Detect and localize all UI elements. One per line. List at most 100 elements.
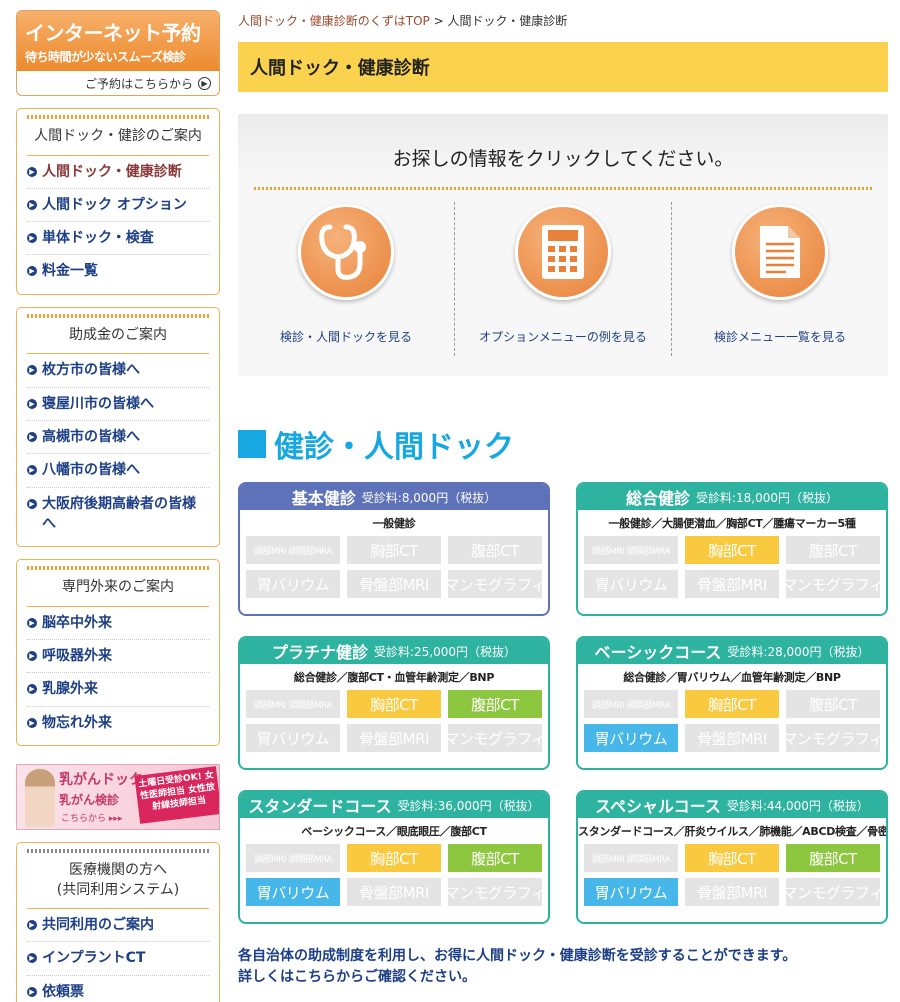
section-title: 健診・人間ドック — [238, 424, 888, 465]
nav-item-takatsuki[interactable]: ▶ 高槻市の皆様へ — [27, 421, 209, 455]
exam-chip: 頭部MRI 頭頸部MRA — [584, 690, 678, 718]
exam-chip: 骨盤部MRI — [347, 570, 441, 598]
nav-item-label: 八幡市の皆様へ — [42, 462, 140, 479]
exam-chip: 骨盤部MRI — [685, 570, 779, 598]
bullet-arrow-icon: ▶ — [27, 365, 37, 376]
nav-item-label: 料金一覧 — [42, 263, 98, 280]
internet-reservation-box[interactable]: インターネット予約 待ち時間が少ないスムーズ検診 ご予約はこちらから ▶ — [16, 10, 220, 96]
picker-label: 検診メニュー一覧を見る — [713, 330, 846, 344]
course-description: スタンダードコース／肝炎ウイルス／肺機能／ABCD検査／骨密度 — [578, 825, 888, 838]
nav-item-label: 人間ドック オプション — [42, 196, 187, 213]
bullet-arrow-icon: ▶ — [27, 684, 37, 695]
nav-section-subsidy: 助成金のご案内 ▶ 枚方市の皆様へ ▶ 寝屋川市の皆様へ ▶ 高槻市の皆様へ ▶ 八幡市… — [16, 306, 220, 548]
reservation-title: インターネット予約 — [25, 21, 201, 45]
exam-chip: 腹部CT — [448, 690, 542, 718]
nav-section-institutions: 医療機関の方へ (共同利用システム) ▶ 共同利用のご案内 ▶ インプラントCT ▶… — [16, 841, 220, 1002]
picker-item-options[interactable]: オプションメニューの例を見る — [455, 202, 672, 356]
exam-chip: 頭部MRI 頭頸部MRA — [584, 536, 678, 564]
nav-section-specialty: 専門外来のご案内 ▶ 脳卒中外来 ▶ 呼吸器外来 ▶ 乳腺外来 ▶ 物忘れ外来 — [16, 559, 220, 746]
bullet-arrow-icon: ▶ — [27, 986, 37, 997]
course-description: 一般健診 — [372, 517, 416, 530]
course-card[interactable]: 基本健診 受診料:8,000円（税抜） 一般健診 頭部MRI 頭頸部MRA 胸部C… — [238, 482, 550, 616]
course-card[interactable]: 総合健診 受診料:18,000円（税抜） 一般健診／大腸便潜血／胸部CT／腫瘍マ… — [576, 482, 888, 616]
exam-chip: 胸部CT — [685, 844, 779, 872]
reservation-link-label: ご予約はこちらから — [84, 77, 193, 91]
exam-chip: 腹部CT — [448, 844, 542, 872]
nav-item-yawata[interactable]: ▶ 八幡市の皆様へ — [27, 454, 209, 488]
bullet-arrow-icon: ▶ — [27, 920, 37, 931]
nav-item-hirakata[interactable]: ▶ 枚方市の皆様へ — [27, 354, 209, 388]
nav-item-request-form[interactable]: ▶ 依頼票 — [27, 976, 209, 1002]
info-picker: お探しの情報をクリックしてください。 検診・人間ドックを見る オプションメニュー… — [238, 114, 888, 376]
course-name: 基本健診 — [291, 489, 356, 508]
nav-item-neyagawa[interactable]: ▶ 寝屋川市の皆様へ — [27, 388, 209, 421]
course-card[interactable]: ベーシックコース 受診料:28,000円（税抜） 総合健診／胃バリウム／血管年齢… — [576, 636, 888, 770]
breadcrumb-current: 人間ドック・健康診断 — [447, 14, 568, 28]
reservation-subtitle: 待ち時間が少ないスムーズ検診 — [25, 50, 186, 64]
calculator-icon — [515, 204, 611, 300]
course-name: プラチナ健診 — [271, 643, 368, 662]
exam-chip: 骨盤部MRI — [685, 724, 779, 752]
sidebar: インターネット予約 待ち時間が少ないスムーズ検診 ご予約はこちらから ▶ 人間ド… — [16, 10, 220, 1002]
course-grid: 基本健診 受診料:8,000円（税抜） 一般健診 頭部MRI 頭頸部MRA 胸部C… — [238, 482, 888, 924]
picker-label: 検診・人間ドックを見る — [279, 330, 412, 344]
bullet-arrow-icon: ▶ — [27, 233, 37, 244]
picker-label: オプションメニューの例を見る — [479, 330, 647, 344]
exam-chip: マンモグラフィ — [444, 724, 546, 752]
course-fee: 受診料:18,000円（税抜） — [695, 490, 839, 505]
nav-item-label: インプラントCT — [42, 950, 146, 967]
nav-item-stroke[interactable]: ▶ 脳卒中外来 — [27, 607, 209, 641]
arrow-circle-icon: ▶ — [198, 77, 211, 90]
banner-subtitle: 乳がん検診 — [59, 792, 120, 807]
course-name: 総合健診 — [625, 489, 690, 508]
exam-chip: 胃バリウム — [246, 878, 340, 906]
exam-chip: 腹部CT — [786, 844, 880, 872]
course-card[interactable]: プラチナ健診 受診料:25,000円（税抜） 総合健診／腹部CT・血管年齢測定／… — [238, 636, 550, 770]
exam-chip: 胃バリウム — [584, 724, 678, 752]
course-header: ベーシックコース 受診料:28,000円（税抜） — [578, 638, 886, 664]
bullet-arrow-icon: ▶ — [27, 498, 37, 509]
nav-item-options[interactable]: ▶ 人間ドック オプション — [27, 189, 209, 223]
nav-item-respiratory[interactable]: ▶ 呼吸器外来 — [27, 640, 209, 674]
square-icon — [238, 430, 266, 458]
nav-item-label: 寝屋川市の皆様へ — [42, 395, 154, 412]
bullet-arrow-icon: ▶ — [27, 717, 37, 728]
nav-item-label: 高槻市の皆様へ — [42, 428, 140, 445]
course-name: スタンダードコース — [248, 797, 392, 816]
picker-item-menu-list[interactable]: 検診メニュー一覧を見る — [672, 202, 888, 356]
breast-cancer-dock-banner[interactable]: 乳がんドック 乳がん検診 こちらから ▸▸▸ 土曜日受診OK! 女性医師担当 女… — [16, 763, 220, 830]
nav-item-breast[interactable]: ▶ 乳腺外来 — [27, 673, 209, 707]
course-card[interactable]: スペシャルコース 受診料:44,000円（税抜） スタンダードコース／肝炎ウイル… — [576, 790, 888, 924]
subsidy-note[interactable]: 各自治体の助成制度を利用し、お得に人間ドック・健康診断を受診することができます。… — [238, 946, 888, 988]
bullet-arrow-icon: ▶ — [27, 166, 37, 177]
exam-chip: 腹部CT — [786, 536, 880, 564]
nav-item-label: 乳腺外来 — [42, 681, 98, 698]
bullet-arrow-icon: ▶ — [27, 431, 37, 442]
course-description: ベーシックコース／眼底眼圧／腹部CT — [301, 825, 487, 838]
picker-item-checkup[interactable]: 検診・人間ドックを見る — [238, 202, 455, 356]
banner-more-label: こちらから — [61, 813, 107, 824]
reservation-link[interactable]: ご予約はこちらから ▶ — [17, 71, 219, 95]
breadcrumb-home-link[interactable]: 人間ドック・健康診断のくずはTOP — [238, 14, 430, 28]
nav-item-implant-ct[interactable]: ▶ インプラントCT — [27, 942, 209, 976]
course-card[interactable]: スタンダードコース 受診料:36,000円（税抜） ベーシックコース／眼底眼圧／… — [238, 790, 550, 924]
exam-chip: 胸部CT — [347, 690, 441, 718]
exam-chip-grid: 頭部MRI 頭頸部MRA 胸部CT 腹部CT 胃バリウム 骨盤部MRI マンモグラフィ — [578, 844, 886, 906]
nav-item-price-list[interactable]: ▶ 料金一覧 — [27, 255, 209, 287]
nav-item-checkup[interactable]: ▶ 人間ドック・健康診断 — [27, 156, 209, 189]
exam-chip: 頭部MRI 頭頸部MRA — [246, 690, 340, 718]
course-header: スペシャルコース 受診料:44,000円（税抜） — [578, 792, 886, 818]
exam-chip: 胃バリウム — [584, 570, 678, 598]
course-fee: 受診料:44,000円（税抜） — [726, 798, 869, 813]
nav-item-shared-use[interactable]: ▶ 共同利用のご案内 — [27, 909, 209, 943]
reservation-header: インターネット予約 待ち時間が少ないスムーズ検診 — [17, 11, 219, 71]
nav-item-memory[interactable]: ▶ 物忘れ外来 — [27, 707, 209, 739]
course-fee: 受診料:28,000円（税抜） — [727, 644, 870, 659]
exam-chip: 骨盤部MRI — [347, 878, 441, 906]
exam-chip-grid: 頭部MRI 頭頸部MRA 胸部CT 腹部CT 胃バリウム 骨盤部MRI マンモグラフィ — [578, 690, 886, 752]
nav-item-single-exam[interactable]: ▶ 単体ドック・検査 — [27, 222, 209, 256]
breadcrumb: 人間ドック・健康診断のくずはTOP > 人間ドック・健康診断 — [238, 10, 888, 30]
bullet-arrow-icon: ▶ — [27, 651, 37, 662]
exam-chip: 胸部CT — [685, 536, 779, 564]
nav-item-osaka-elderly[interactable]: ▶ 大阪府後期高齢者の皆様へ — [27, 488, 209, 541]
